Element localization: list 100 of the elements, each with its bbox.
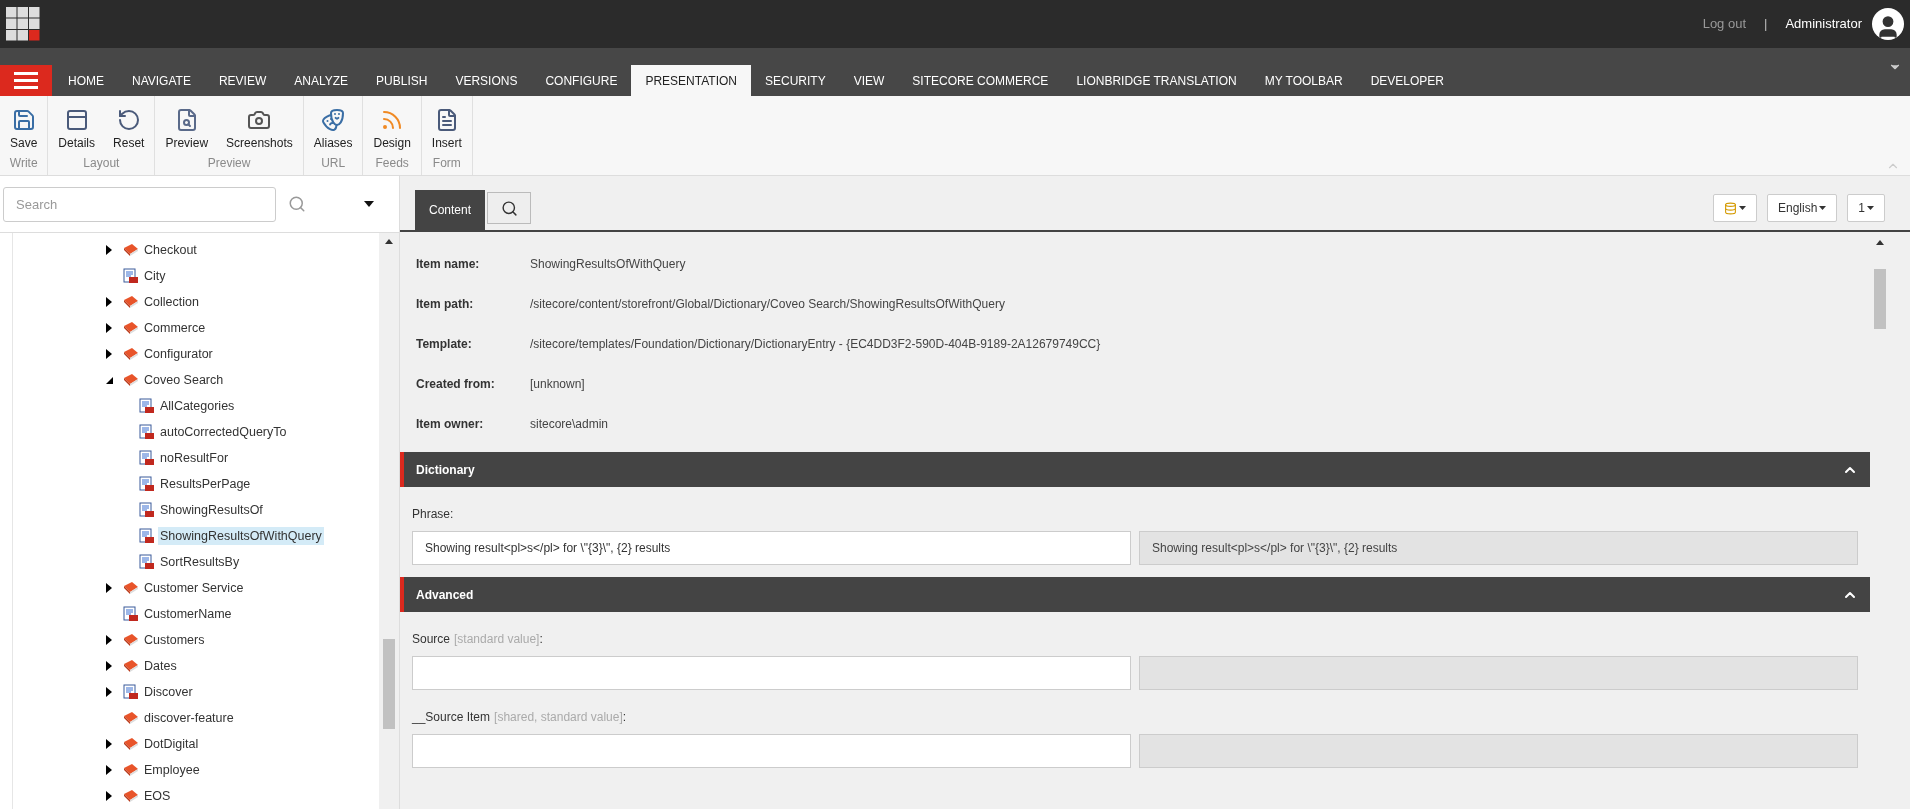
tree-item[interactable]: Discover <box>142 682 195 702</box>
menu-button[interactable] <box>0 65 52 96</box>
search-tab[interactable] <box>487 192 532 224</box>
ribbon-tab[interactable]: VIEW <box>839 65 899 96</box>
save-icon <box>11 108 36 132</box>
expand-arrow-icon[interactable] <box>106 635 112 645</box>
info-label: Item path: <box>416 296 475 313</box>
scrollbar-thumb[interactable] <box>383 639 395 729</box>
tree-item[interactable]: Customer Service <box>142 578 246 598</box>
tree-item[interactable]: DotDigital <box>142 734 201 754</box>
caret-icon <box>1819 206 1827 210</box>
tree-item[interactable]: ResultsPerPage <box>158 474 253 494</box>
dropdown-arrow-icon[interactable] <box>364 201 374 207</box>
tree-item[interactable]: ShowingResultsOf <box>158 500 265 520</box>
avatar-icon[interactable] <box>1872 8 1904 40</box>
tree-item[interactable]: Commerce <box>142 318 208 338</box>
expand-arrow-icon[interactable] <box>106 687 112 697</box>
expand-arrow-icon[interactable] <box>106 661 112 671</box>
ribbon-button[interactable]: Aliases <box>307 108 359 152</box>
expand-arrow-icon[interactable] <box>106 765 112 775</box>
ribbon-tab[interactable]: SECURITY <box>751 65 840 96</box>
tree-item[interactable]: discover-feature <box>142 708 236 728</box>
scrollbar[interactable] <box>379 233 399 809</box>
scroll-up-icon[interactable] <box>385 239 393 244</box>
tree-item[interactable]: autoCorrectedQueryTo <box>158 422 289 442</box>
dictionary-entry-icon <box>123 268 139 284</box>
ribbon-button[interactable]: Insert <box>425 108 468 152</box>
book-icon <box>123 633 139 647</box>
tree-item[interactable]: Collection <box>142 292 201 312</box>
dictionary-entry-icon <box>123 606 139 622</box>
tree-item[interactable]: EOS <box>142 786 173 806</box>
tree-item[interactable]: Dates <box>142 656 179 676</box>
tree-item[interactable]: AllCategories <box>158 396 237 416</box>
tree-item[interactable]: City <box>142 266 168 286</box>
ribbon-button[interactable]: Preview <box>159 108 215 152</box>
group-label: Preview <box>207 155 251 172</box>
ribbon-tab[interactable]: MY TOOLBAR <box>1250 65 1357 96</box>
expand-arrow-icon[interactable] <box>106 349 112 359</box>
masks-icon <box>321 108 346 132</box>
tree-item[interactable]: SortResultsBy <box>158 552 242 572</box>
book-icon <box>123 373 139 387</box>
ribbon-button[interactable]: Reset <box>107 108 151 152</box>
expand-arrow-icon[interactable] <box>106 583 112 593</box>
book-icon <box>123 581 139 595</box>
collapse-arrow-icon[interactable] <box>105 376 113 384</box>
camera-icon <box>247 108 272 132</box>
dropdown-button[interactable]: English <box>1766 194 1838 222</box>
info-value: /sitecore/templates/Foundation/Dictionary/DictionaryEntry - {EC4DD3F2-590D-404B-9189-2A12679749CC} <box>530 336 1101 353</box>
group-label: Feeds <box>375 155 409 172</box>
ribbon-tab[interactable]: PUBLISH <box>362 65 442 96</box>
logout-link[interactable]: Log out <box>1702 14 1747 34</box>
tree-item[interactable]: Checkout <box>142 240 199 260</box>
info-value: /sitecore/content/storefront/Global/Dictionary/Coveo Search/ShowingResultsOfWithQuery <box>530 296 1005 313</box>
expand-arrow-icon[interactable] <box>106 739 112 749</box>
scroll-up-icon[interactable] <box>1876 240 1884 245</box>
ribbon-tab[interactable]: REVIEW <box>204 65 281 96</box>
scrollbar-thumb[interactable] <box>1874 269 1886 329</box>
expand-arrow-icon[interactable] <box>106 323 112 333</box>
book-icon <box>123 789 139 803</box>
caret-icon <box>1867 206 1874 210</box>
ribbon-button[interactable]: Screenshots <box>220 108 299 152</box>
content-tab[interactable]: Content <box>415 190 486 230</box>
tree-item[interactable]: Employee <box>142 760 202 780</box>
expand-arrow-icon[interactable] <box>106 791 112 801</box>
ribbon-tab[interactable]: ANALYZE <box>280 65 363 96</box>
ribbon-tab[interactable]: NAVIGATE <box>118 65 205 96</box>
tree-item[interactable]: Configurator <box>142 344 215 364</box>
tree-item[interactable]: CustomerName <box>142 604 234 624</box>
text-input-field[interactable]: Showing result<pl>s</pl> for \"{3}\", {2} results <box>412 531 1131 565</box>
dictionary-entry-icon <box>139 528 155 544</box>
database-icon <box>1723 201 1737 215</box>
section-header[interactable]: Advanced <box>400 577 1870 612</box>
ribbon-button[interactable]: Design <box>367 108 417 152</box>
expand-arrow-icon[interactable] <box>106 245 112 255</box>
ribbon-tab[interactable]: SITECORE COMMERCE <box>898 65 1063 96</box>
app-grid-icon[interactable] <box>6 7 40 41</box>
ribbon-tab[interactable]: LIONBRIDGE TRANSLATION <box>1062 65 1251 96</box>
search-icon[interactable] <box>288 195 306 213</box>
info-value: ShowingResultsOfWithQuery <box>530 256 686 273</box>
tree-item[interactable]: ShowingResultsOfWithQuery <box>158 526 324 546</box>
ribbon-tab[interactable]: DEVELOPER <box>1356 65 1459 96</box>
ribbon-tab[interactable]: HOME <box>54 65 118 96</box>
expand-arrow-icon[interactable] <box>106 297 112 307</box>
ribbon-button[interactable]: Save <box>4 108 44 152</box>
text-input-field[interactable] <box>412 656 1131 690</box>
colon-text: : <box>539 631 543 648</box>
ribbon-tab[interactable]: PRESENTATION <box>631 65 751 96</box>
info-label: Item name: <box>416 256 481 273</box>
tree-item[interactable]: Customers <box>142 630 207 650</box>
user-name[interactable]: Administrator <box>1785 14 1862 34</box>
text-input-field[interactable] <box>412 734 1131 768</box>
tree-item[interactable]: Coveo Search <box>142 370 226 390</box>
section-header[interactable]: Dictionary <box>400 452 1870 487</box>
tree-item[interactable]: noResultFor <box>158 448 231 468</box>
dropdown-button[interactable]: 1 <box>1847 194 1885 222</box>
search-field[interactable]: Search <box>3 186 276 222</box>
ribbon-tab[interactable]: CONFIGURE <box>531 65 632 96</box>
ribbon-button[interactable]: Details <box>52 108 102 152</box>
info-label: Template: <box>416 336 473 353</box>
ribbon-tab[interactable]: VERSIONS <box>441 65 532 96</box>
